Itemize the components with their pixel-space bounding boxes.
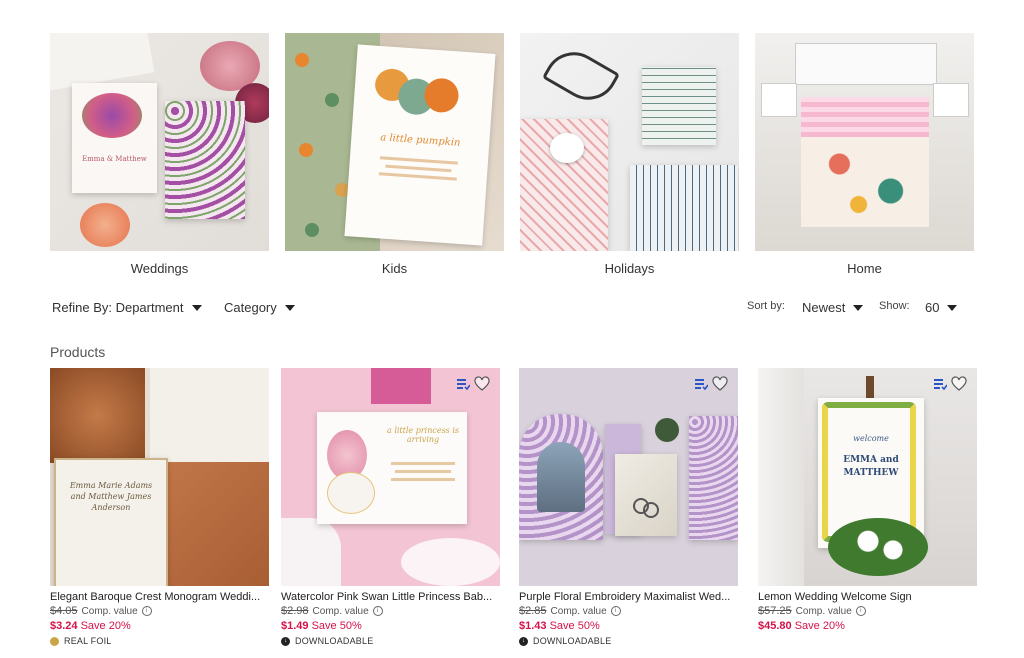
sort-value: Newest [802,300,846,315]
downloadable-badge: DOWNLOADABLE [295,636,374,646]
category-label-home: Home [847,261,882,276]
heart-icon[interactable] [951,376,967,391]
wedding-card-names: Emma & Matthew [82,155,147,163]
lemon-sign-welcome: welcome [853,434,889,443]
sale-price: $45.80 [758,620,792,632]
category-label-kids: Kids [381,261,408,276]
show-count-value: 60 [925,300,940,315]
download-icon: ↓ [281,636,290,646]
category-dropdown-label: Category [224,300,277,315]
category-tile-holidays[interactable]: Holidays [520,33,739,276]
category-label-weddings: Weddings [130,261,189,276]
comp-value-label: Comp. value [795,605,852,617]
show-label: Show: [879,300,910,312]
save-percent: Save 20% [794,620,845,632]
sort-dropdown[interactable]: Newest [802,300,864,315]
downloadable-badge: DOWNLOADABLE [533,636,612,646]
refine-by-department-dropdown[interactable]: Refine By: Department [52,300,202,315]
product-title[interactable]: Purple Floral Embroidery Maximalist Wed.… [519,591,738,603]
product-card[interactable]: Emma Marie Adams and Matthew James Ander… [50,368,269,646]
product-card[interactable]: Purple Floral Embroidery Maximalist Wed.… [519,368,738,646]
save-percent: Save 20% [80,620,131,632]
lemon-sign-names: EMMA and MATTHEW [843,455,899,478]
product-image[interactable]: Emma Marie Adams and Matthew James Ander… [50,368,269,586]
save-percent: Save 50% [311,620,362,632]
template-icon[interactable] [933,378,947,390]
product-card[interactable]: welcome EMMA and MATTHEW Lemon Wedding W… [758,368,977,632]
product-title[interactable]: Lemon Wedding Welcome Sign [758,591,977,603]
category-image-holidays[interactable] [520,33,739,251]
product-title[interactable]: Elegant Baroque Crest Monogram Weddi... [50,591,269,603]
original-price: $57.25 [758,605,792,617]
chevron-down-icon [853,304,864,311]
show-count-dropdown[interactable]: 60 [925,300,958,315]
refine-by-department-label: Refine By: Department [52,300,184,315]
product-image[interactable]: a little princess is arriving [281,368,500,586]
category-dropdown[interactable]: Category [224,300,295,315]
chevron-down-icon [191,304,202,311]
category-label-holidays: Holidays [604,261,655,276]
product-image[interactable]: welcome EMMA and MATTHEW [758,368,977,586]
template-icon[interactable] [694,378,708,390]
category-image-weddings[interactable]: Emma & Matthew [50,33,269,251]
info-icon[interactable]: i [141,606,152,616]
product-title[interactable]: Watercolor Pink Swan Little Princess Bab… [281,591,500,603]
template-icon[interactable] [456,378,470,390]
download-icon: ↓ [519,636,528,646]
products-heading: Products [50,344,106,360]
original-price: $4.05 [50,605,78,617]
heart-icon[interactable] [712,376,728,391]
sale-price: $1.49 [281,620,309,632]
category-image-kids[interactable]: a little pumpkin [285,33,504,251]
product-image[interactable] [519,368,738,586]
original-price: $2.85 [519,605,547,617]
product-card[interactable]: a little princess is arriving Watercolor… [281,368,500,646]
sale-price: $1.43 [519,620,547,632]
info-icon[interactable]: i [855,606,866,616]
real-foil-badge: REAL FOIL [64,636,112,646]
chevron-down-icon [284,304,295,311]
category-tile-home[interactable]: Home [755,33,974,276]
comp-value-label: Comp. value [312,605,369,617]
comp-value-label: Comp. value [550,605,607,617]
comp-value-label: Comp. value [81,605,138,617]
original-price: $2.98 [281,605,309,617]
info-icon[interactable]: i [610,606,621,616]
category-tile-kids[interactable]: a little pumpkin Kids [285,33,504,276]
swan-card-title: a little princess is arriving [387,426,459,444]
kids-card-title: a little pumpkin [379,132,461,149]
gold-dot-icon [50,636,59,646]
heart-icon[interactable] [474,376,490,391]
category-tile-weddings[interactable]: Emma & Matthew Weddings [50,33,269,276]
save-percent: Save 50% [549,620,600,632]
category-image-home[interactable] [755,33,974,251]
baroque-card-names: Emma Marie Adams and Matthew James Ander… [69,481,153,512]
sale-price: $3.24 [50,620,78,632]
info-icon[interactable]: i [372,606,383,616]
chevron-down-icon [947,304,958,311]
sort-by-label: Sort by: [747,300,785,312]
